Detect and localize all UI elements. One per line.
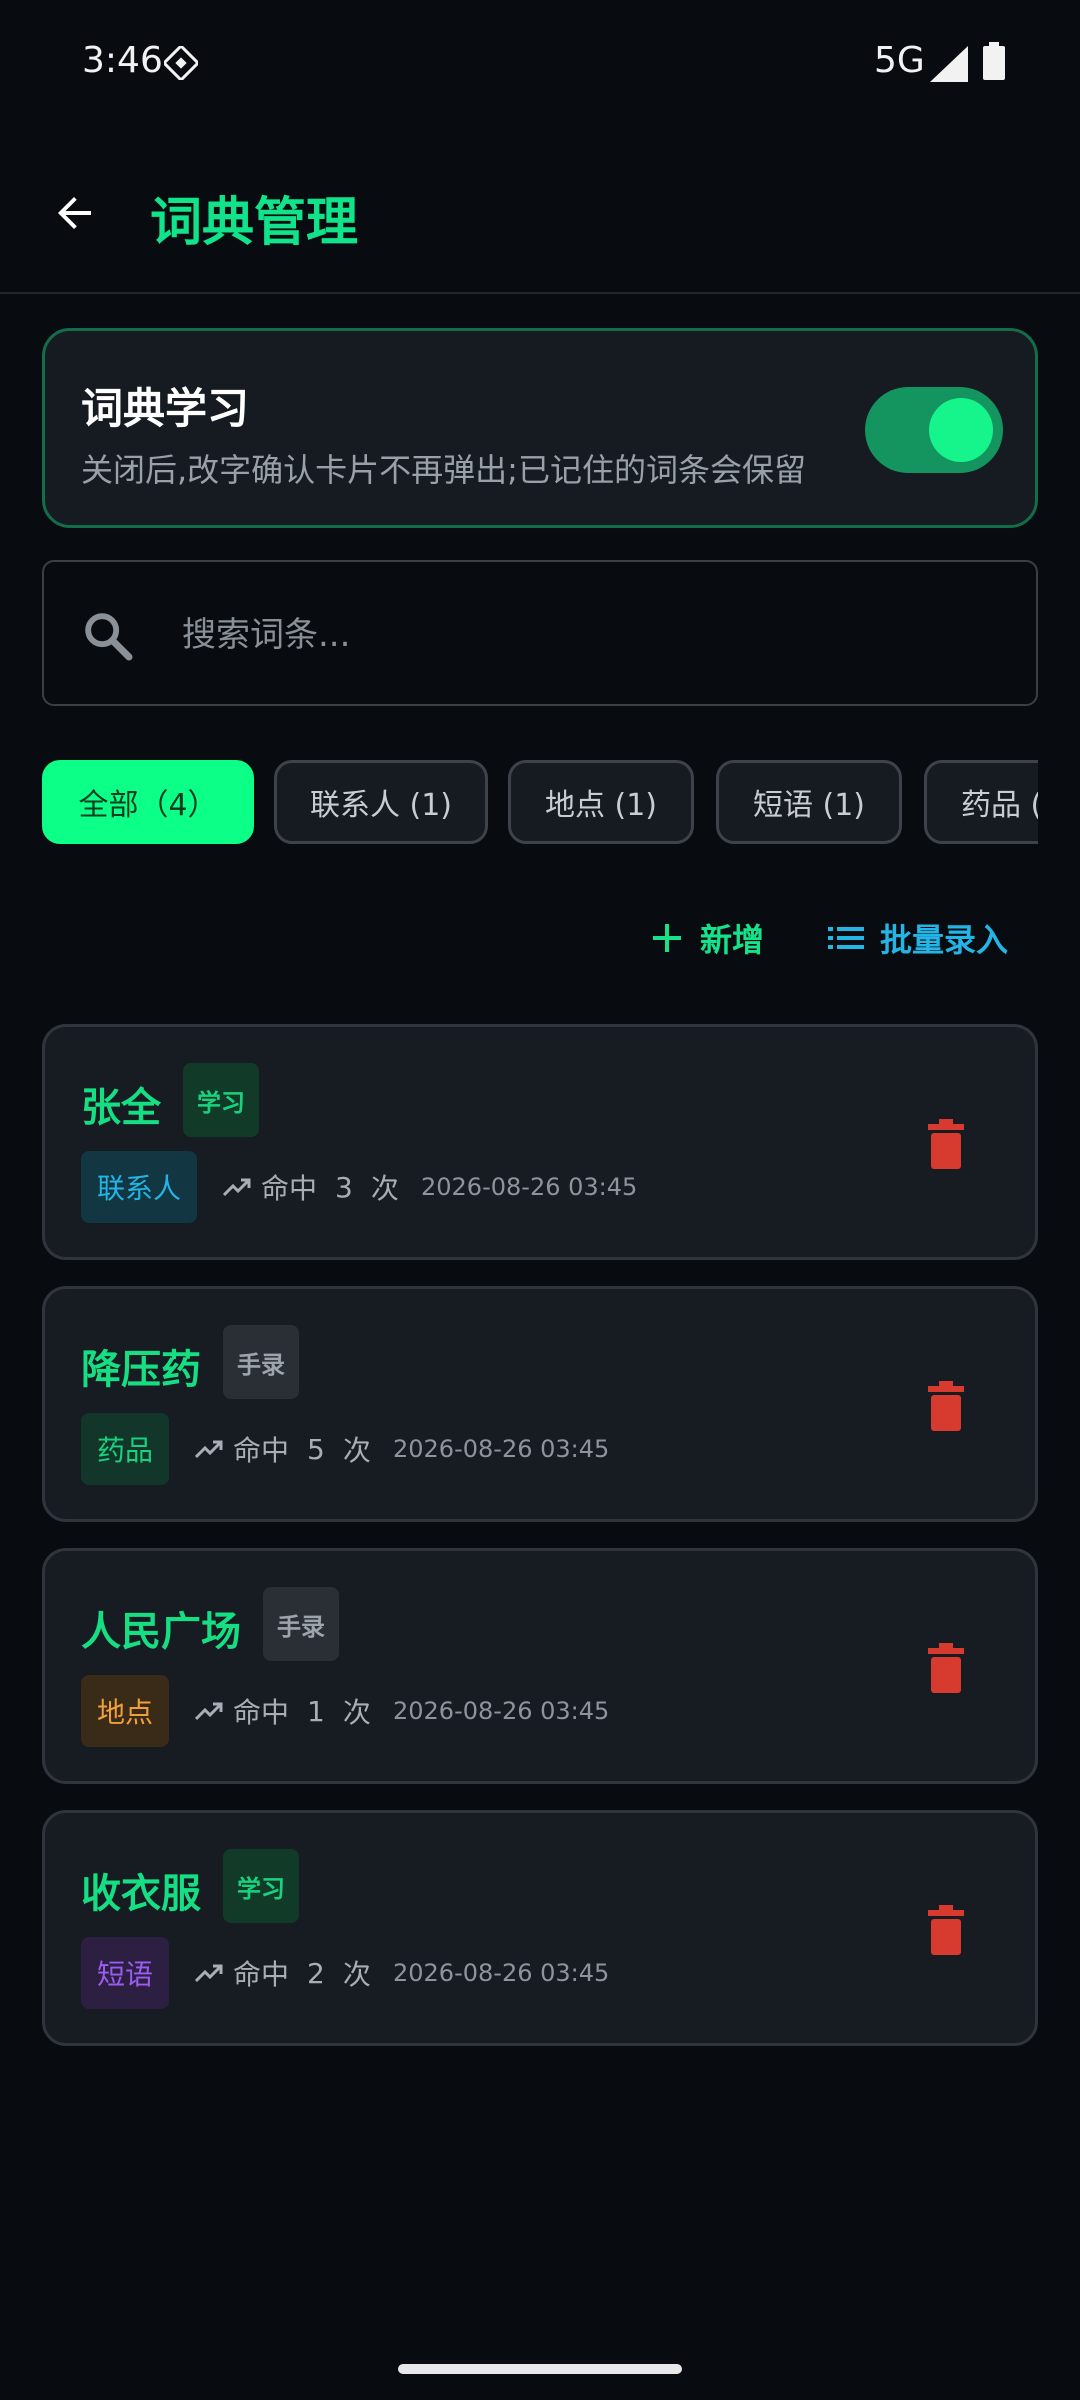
app-bar: 词典管理 [0, 130, 1080, 294]
entry-hits-suffix: 次 [342, 1958, 371, 1991]
entry-hits-prefix: 命中 [233, 1696, 290, 1729]
signal-icon [930, 46, 968, 82]
entry-hits-suffix: 次 [342, 1696, 371, 1729]
entry-name: 收衣服 [81, 1871, 201, 1917]
search-box [42, 560, 1038, 706]
search-input[interactable] [180, 600, 1000, 670]
status-time: 3:46 [82, 40, 163, 81]
search-icon [85, 613, 133, 661]
entry-date: 2026-08-26 03:45 [393, 1959, 610, 1987]
learning-title: 词典学习 [81, 384, 250, 433]
entry-hits-count: 5 [307, 1432, 325, 1466]
learning-toggle[interactable] [865, 387, 1003, 473]
filter-chip-contact[interactable]: 联系人 (1) [274, 760, 488, 844]
trash-icon [928, 1119, 964, 1169]
entry-date: 2026-08-26 03:45 [393, 1435, 610, 1463]
delete-button[interactable] [911, 1371, 981, 1441]
trending-up-icon [195, 1964, 223, 1983]
page-title: 词典管理 [150, 193, 359, 253]
home-indicator[interactable] [398, 2364, 682, 2374]
entry-name: 人民广场 [81, 1609, 241, 1655]
learning-card: 词典学习 关闭后,改字确认卡片不再弹出;已记住的词条会保留 [42, 328, 1038, 528]
entry-hits-prefix: 命中 [261, 1172, 318, 1205]
entry-hits: 命中 2 次 [195, 1937, 371, 2009]
entry-category-badge: 地点 [81, 1675, 170, 1747]
filter-chips: 全部（4） 联系人 (1) 地点 (1) 短语 (1) 药品 (1) [42, 760, 1038, 844]
trending-up-icon [223, 1178, 251, 1197]
entry-name: 降压药 [81, 1347, 201, 1393]
filter-chip-medicine[interactable]: 药品 (1) [924, 760, 1038, 844]
entry-hits-count: 1 [307, 1694, 325, 1728]
filter-chip-phrase[interactable]: 短语 (1) [716, 760, 902, 844]
entry-card[interactable]: 降压药 手录 药品 命中 5 次 2026-08-26 03:45 [42, 1286, 1038, 1522]
add-entry-label: 新增 [700, 921, 765, 959]
network-type: 5G [874, 40, 925, 81]
entry-date: 2026-08-26 03:45 [421, 1173, 638, 1201]
entry-hits-count: 3 [335, 1170, 353, 1204]
trending-up-icon [195, 1440, 223, 1459]
entry-source-badge: 手录 [263, 1587, 339, 1661]
delete-button[interactable] [911, 1895, 981, 1965]
entry-date: 2026-08-26 03:45 [393, 1697, 610, 1725]
entry-source-badge: 手录 [223, 1325, 299, 1399]
delete-button[interactable] [911, 1109, 981, 1179]
plus-icon [653, 924, 681, 952]
filter-chip-all[interactable]: 全部（4） [42, 760, 254, 844]
back-button[interactable] [40, 178, 110, 248]
trending-up-icon [195, 1702, 223, 1721]
entry-source-badge: 学习 [183, 1063, 259, 1137]
trash-icon [928, 1643, 964, 1693]
trash-icon [928, 1905, 964, 1955]
entry-hits-suffix: 次 [370, 1172, 399, 1205]
entry-category-badge: 药品 [81, 1413, 170, 1485]
add-entry-button[interactable]: 新增 [650, 908, 764, 968]
entry-card[interactable]: 张全 学习 联系人 命中 3 次 2026-08-26 03:45 [42, 1024, 1038, 1260]
batch-input-button[interactable]: 批量录入 [828, 908, 1008, 968]
delete-button[interactable] [911, 1633, 981, 1703]
entry-category-badge: 短语 [81, 1937, 170, 2009]
entry-hits: 命中 5 次 [195, 1413, 371, 1485]
entry-name: 张全 [81, 1085, 161, 1131]
entry-hits-count: 2 [307, 1956, 325, 1990]
entry-category-badge: 联系人 [81, 1151, 198, 1223]
entry-hits-prefix: 命中 [233, 1958, 290, 1991]
trash-icon [928, 1381, 964, 1431]
entry-card[interactable]: 收衣服 学习 短语 命中 2 次 2026-08-26 03:45 [42, 1810, 1038, 2046]
learning-description: 关闭后,改字确认卡片不再弹出;已记住的词条会保留 [81, 451, 806, 489]
batch-input-label: 批量录入 [880, 921, 1009, 959]
battery-icon [983, 42, 1005, 80]
entry-hits-prefix: 命中 [233, 1434, 290, 1467]
filter-chip-place[interactable]: 地点 (1) [508, 760, 694, 844]
arrow-back-icon [58, 197, 91, 229]
sim-icon [164, 46, 198, 80]
status-bar: 3:46 5G [0, 0, 1080, 130]
toggle-knob [929, 398, 993, 462]
entry-card[interactable]: 人民广场 手录 地点 命中 1 次 2026-08-26 03:45 [42, 1548, 1038, 1784]
entry-hits: 命中 1 次 [195, 1675, 371, 1747]
entry-hits-suffix: 次 [342, 1434, 371, 1467]
list-icon [828, 927, 864, 949]
entry-hits: 命中 3 次 [223, 1151, 399, 1223]
entry-source-badge: 学习 [223, 1849, 299, 1923]
